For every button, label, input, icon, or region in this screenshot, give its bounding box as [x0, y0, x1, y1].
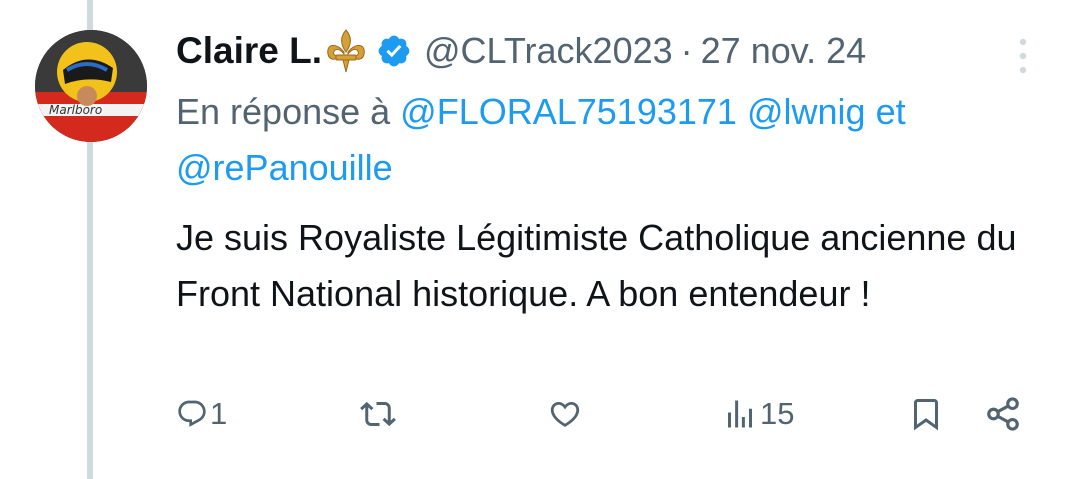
bookmark-button[interactable] [908, 392, 944, 436]
mention-link-2[interactable]: @lwnig [747, 91, 866, 132]
views-chart-icon [728, 400, 752, 428]
reply-prefix: En réponse à [176, 91, 391, 132]
verified-badge-icon [376, 33, 412, 69]
mention-link-3[interactable]: @rePanouille [176, 147, 393, 188]
heart-icon [550, 401, 580, 427]
share-icon [987, 397, 1019, 431]
tweet-text: Je suis Royaliste Légitimiste Catholique… [176, 217, 1017, 314]
author-name[interactable]: Claire L. [176, 30, 322, 72]
fleur-de-lis-icon [324, 28, 368, 74]
retweet-button[interactable] [360, 392, 398, 436]
reply-icon [178, 400, 206, 427]
tweet-actions: 1 15 [176, 392, 1036, 436]
author-handle[interactable]: @CLTrack2023 [424, 30, 673, 72]
mention-link-1[interactable]: @FLORAL75193171 [400, 91, 737, 132]
like-button[interactable] [548, 392, 584, 436]
reply-conjunction: et [875, 91, 906, 132]
views-button[interactable]: 15 [722, 392, 794, 436]
avatar-image: Marlboro [35, 30, 147, 142]
bookmark-icon [914, 399, 938, 431]
svg-text:Marlboro: Marlboro [49, 103, 102, 117]
reply-context: En réponse à @FLORAL75193171 @lwnig et @… [176, 84, 1046, 196]
reply-count: 1 [210, 396, 228, 431]
more-options-icon[interactable] [1015, 36, 1031, 76]
views-count: 15 [760, 396, 795, 431]
share-button[interactable] [984, 392, 1022, 436]
tweet-date[interactable]: 27 nov. 24 [701, 30, 866, 72]
separator-dot: · [680, 30, 693, 71]
retweet-icon [360, 401, 396, 427]
reply-button[interactable]: 1 [176, 392, 227, 436]
tweet-header: Claire L. @CLTrack2023 · 27 nov. 24 [176, 24, 1046, 78]
avatar[interactable]: Marlboro [35, 30, 147, 142]
